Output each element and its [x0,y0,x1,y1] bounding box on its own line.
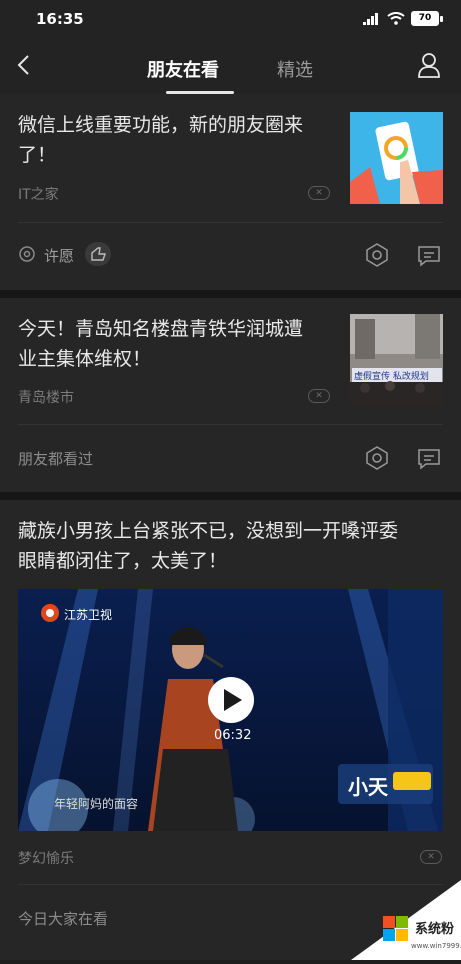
footer-label: 朋友都看过 [18,450,94,468]
title-line: 业主集体维权！ [18,348,152,370]
dismiss-icon[interactable]: ✕ [420,850,442,864]
title-line: 微信上线重要功能，新的朋友圈来 [18,114,304,136]
card-separator [0,492,461,500]
status-icons: 70 [363,11,443,26]
article-title[interactable]: 藏族小男孩上台紧张不已，没想到一开嗓评委 眼睛都闭住了，太美了！ [18,516,448,576]
svg-text:虚假宣传 私改规划: 虚假宣传 私改规划 [354,370,429,382]
article-source: IT之家 [18,187,59,203]
wifi-icon [387,12,405,25]
article-source: 梦幻愉乐 [18,851,74,867]
watermark-url: www.win7999.com [411,942,461,950]
friend-avatar-icon [19,246,35,262]
profile-icon[interactable] [417,52,441,78]
title-line: 眼睛都闭住了，太美了！ [18,550,228,572]
friend-name[interactable]: 许愿 [44,245,74,266]
dismiss-icon[interactable]: ✕ [308,389,330,403]
play-icon[interactable] [207,677,255,725]
card-separator [0,290,461,298]
video-caption: 年轻阿妈的面容 [54,797,139,811]
title-line: 藏族小男孩上台紧张不已，没想到一开嗓评委 [18,520,399,542]
dismiss-icon[interactable]: ✕ [308,186,330,200]
back-arrow-icon[interactable] [14,54,36,76]
title-line: 了！ [18,144,57,166]
wow-share-icon[interactable] [364,445,390,471]
tab-featured[interactable]: 精选 [277,56,313,82]
video-channel: 江苏卫视 [64,608,113,622]
article-card[interactable]: 微信上线重要功能，新的朋友圈来 了！ IT之家 ✕ 许愿 [0,94,461,290]
thumbs-up-icon [91,247,106,261]
protest-photo: 虚假宣传 私改规划 [350,314,443,406]
article-card[interactable]: 今天！青岛知名楼盘青铁华润城遭 业主集体维权！ 青岛楼市 ✕ 虚假宣传 私改规划… [0,298,461,492]
like-badge [85,242,111,266]
comment-icon[interactable] [416,446,442,472]
divider [18,424,443,425]
article-thumbnail[interactable] [350,112,443,204]
video-duration: 06:32 [214,728,252,743]
top-nav: 朋友在看 精选 [0,38,461,94]
tab-friends-watching[interactable]: 朋友在看 [147,56,219,82]
title-line: 今天！青岛知名楼盘青铁华润城遭 [18,318,304,340]
status-bar: 16:35 70 [0,0,461,38]
divider [18,222,443,223]
comment-icon[interactable] [416,243,442,269]
battery-indicator: 70 [411,11,443,26]
footer-label: 今日大家在看 [18,910,109,928]
channel-logo [41,604,59,622]
watermark-text: 系统粉 [415,922,455,937]
signal-icon [363,12,378,25]
phone-hand-illustration [350,112,443,204]
article-title[interactable]: 今天！青岛知名楼盘青铁华润城遭 业主集体维权！ [18,314,338,374]
status-time: 16:35 [36,10,84,28]
wow-share-icon[interactable] [364,242,390,268]
article-source: 青岛楼市 [18,390,74,406]
article-thumbnail[interactable]: 虚假宣传 私改规划 [350,314,443,406]
svg-text:小天: 小天 [348,775,389,799]
video-player[interactable]: 小天 江苏卫视 06:32 年轻阿妈的面容 [18,589,443,831]
site-watermark: 系统粉 www.win7999.com [321,880,461,960]
article-title[interactable]: 微信上线重要功能，新的朋友圈来 了！ [18,110,338,170]
